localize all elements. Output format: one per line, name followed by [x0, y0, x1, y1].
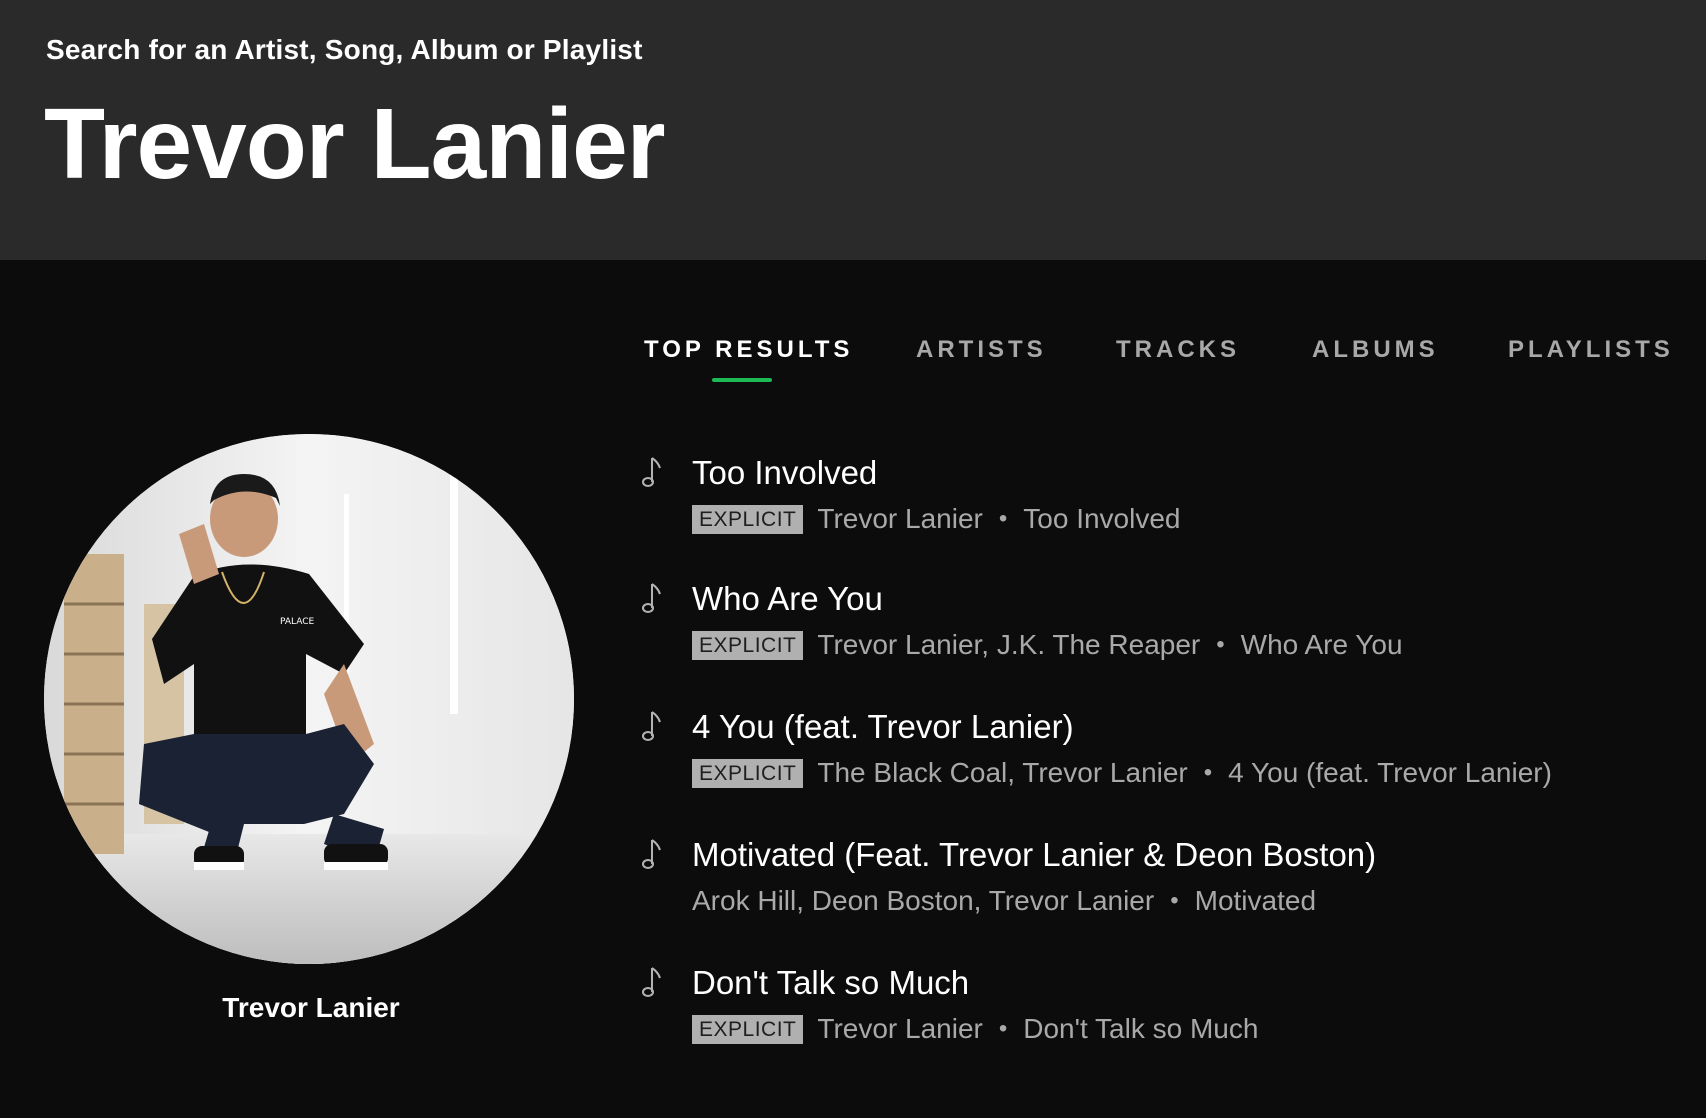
music-note-icon	[642, 583, 661, 613]
explicit-badge: EXPLICIT	[692, 504, 804, 534]
track-row[interactable]: Motivated (Feat. Trevor Lanier & Deon Bo…	[640, 836, 1700, 948]
track-row[interactable]: 4 You (feat. Trevor Lanier) EXPLICIT The…	[640, 708, 1700, 820]
tab-top-results[interactable]: TOP RESULTS	[644, 336, 853, 364]
track-title[interactable]: 4 You (feat. Trevor Lanier)	[692, 708, 1074, 746]
track-row[interactable]: Too Involved EXPLICIT Trevor Lanier • To…	[640, 454, 1700, 566]
search-header: Search for an Artist, Song, Album or Pla…	[0, 0, 1706, 260]
track-album[interactable]: 4 You (feat. Trevor Lanier)	[1228, 757, 1552, 789]
artist-avatar[interactable]: PALACE	[44, 434, 574, 964]
separator-dot: •	[1170, 887, 1179, 914]
track-artists[interactable]: Trevor Lanier	[817, 503, 982, 535]
track-title[interactable]: Don't Talk so Much	[692, 964, 969, 1002]
track-row[interactable]: Don't Talk so Much EXPLICIT Trevor Lanie…	[640, 964, 1700, 1076]
track-meta: EXPLICIT Trevor Lanier • Don't Talk so M…	[692, 1012, 1258, 1046]
separator-dot: •	[998, 1015, 1008, 1042]
track-meta: EXPLICIT Trevor Lanier • Too Involved	[692, 502, 1180, 536]
explicit-badge: EXPLICIT	[692, 758, 804, 788]
search-label: Search for an Artist, Song, Album or Pla…	[46, 34, 643, 65]
tab-albums[interactable]: ALBUMS	[1312, 336, 1439, 364]
search-query-input[interactable]: Trevor Lanier	[44, 84, 666, 204]
track-row[interactable]: Who Are You EXPLICIT Trevor Lanier, J.K.…	[640, 580, 1700, 692]
track-artists[interactable]: Arok Hill, Deon Boston, Trevor Lanier	[692, 885, 1154, 917]
music-note-icon	[642, 457, 661, 487]
tab-artists[interactable]: ARTISTS	[916, 336, 1047, 364]
track-title[interactable]: Too Involved	[692, 454, 877, 492]
track-artists[interactable]: The Black Coal, Trevor Lanier	[817, 757, 1187, 789]
explicit-badge: EXPLICIT	[692, 630, 804, 660]
music-note-icon	[642, 711, 661, 741]
tab-tracks[interactable]: TRACKS	[1116, 336, 1240, 364]
track-album[interactable]: Motivated	[1195, 885, 1316, 917]
music-note-icon	[642, 967, 661, 997]
track-album[interactable]: Don't Talk so Much	[1023, 1013, 1258, 1045]
explicit-badge: EXPLICIT	[692, 1014, 804, 1044]
track-meta: EXPLICIT The Black Coal, Trevor Lanier •…	[692, 756, 1552, 790]
tab-playlists[interactable]: PLAYLISTS	[1508, 336, 1674, 364]
track-artists[interactable]: Trevor Lanier	[817, 1013, 982, 1045]
artist-name[interactable]: Trevor Lanier	[44, 992, 578, 1024]
track-meta: Arok Hill, Deon Boston, Trevor Lanier • …	[692, 884, 1316, 918]
shirt-logo: PALACE	[280, 617, 315, 627]
track-album[interactable]: Who Are You	[1241, 629, 1403, 661]
artist-photo: PALACE	[44, 434, 574, 964]
top-artist-card[interactable]: PALACE Trevor Lanier	[44, 434, 578, 1024]
active-tab-indicator	[712, 378, 772, 382]
track-title[interactable]: Who Are You	[692, 580, 883, 618]
track-artists[interactable]: Trevor Lanier, J.K. The Reaper	[817, 629, 1200, 661]
track-title[interactable]: Motivated (Feat. Trevor Lanier & Deon Bo…	[692, 836, 1376, 874]
track-album[interactable]: Too Involved	[1023, 503, 1180, 535]
separator-dot: •	[998, 505, 1008, 532]
separator-dot: •	[1216, 631, 1225, 658]
track-meta: EXPLICIT Trevor Lanier, J.K. The Reaper …	[692, 628, 1403, 662]
separator-dot: •	[1203, 759, 1213, 786]
music-note-icon	[642, 839, 661, 869]
